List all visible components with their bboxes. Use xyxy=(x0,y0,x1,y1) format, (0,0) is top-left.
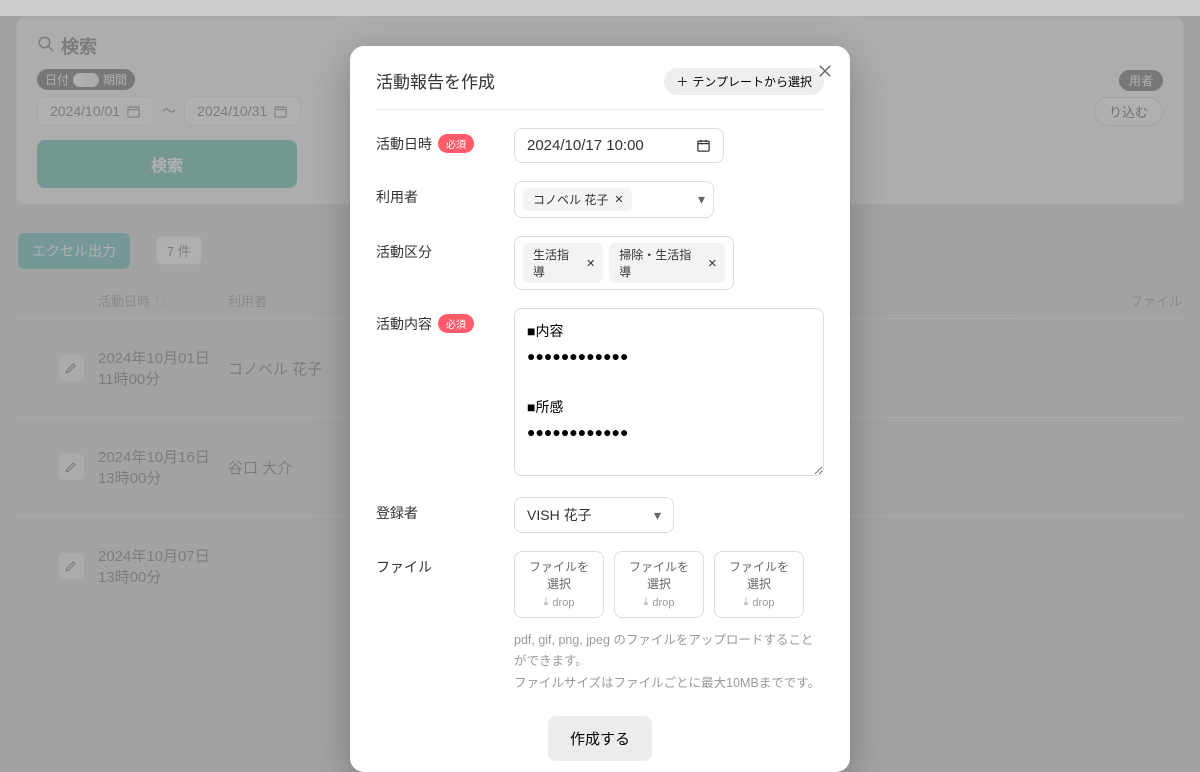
label-file: ファイル xyxy=(376,557,432,577)
required-badge: 必須 xyxy=(438,134,474,153)
category-chip: 生活指導 ✕ xyxy=(523,243,603,283)
file-help-text: pdf, gif, png, jpeg のファイルをアップロードすることができま… xyxy=(514,630,824,694)
create-report-modal: 活動報告を作成 ＋ テンプレートから選択 活動日時 必須 2024/10/17 … xyxy=(350,46,850,772)
content-textarea[interactable] xyxy=(514,308,824,476)
file-upload-2[interactable]: ファイルを選択 ⤓drop xyxy=(614,551,704,618)
upload-icon: ⤓ xyxy=(644,596,649,609)
category-chip-label: 掃除・生活指導 xyxy=(619,246,702,280)
chip-remove-icon[interactable]: ✕ xyxy=(708,257,717,270)
upload-icon: ⤓ xyxy=(744,596,749,609)
template-btn-label: テンプレートから選択 xyxy=(692,73,812,90)
chip-remove-icon[interactable]: ✕ xyxy=(614,193,623,206)
file-select-label: ファイルを選択 xyxy=(525,558,593,592)
chevron-down-icon: ▾ xyxy=(698,191,705,208)
file-upload-1[interactable]: ファイルを選択 ⤓drop xyxy=(514,551,604,618)
user-chip: コノベル 花子 ✕ xyxy=(523,188,632,211)
registrant-select[interactable]: VISH 花子 ▾ xyxy=(514,497,674,533)
file-select-label: ファイルを選択 xyxy=(625,558,693,592)
file-select-label: ファイルを選択 xyxy=(725,558,793,592)
label-datetime: 活動日時 xyxy=(376,134,432,154)
template-select-button[interactable]: ＋ テンプレートから選択 xyxy=(664,68,824,95)
category-chip-label: 生活指導 xyxy=(533,246,580,280)
label-content: 活動内容 xyxy=(376,314,432,334)
close-icon xyxy=(816,62,834,80)
required-badge: 必須 xyxy=(438,314,474,333)
file-drop-label: drop xyxy=(552,597,574,609)
file-drop-label: drop xyxy=(752,597,774,609)
file-drop-label: drop xyxy=(652,597,674,609)
upload-icon: ⤓ xyxy=(544,596,549,609)
chevron-down-icon: ▾ xyxy=(654,507,661,524)
modal-title: 活動報告を作成 xyxy=(376,68,495,93)
submit-button[interactable]: 作成する xyxy=(548,716,652,761)
file-upload-3[interactable]: ファイルを選択 ⤓drop xyxy=(714,551,804,618)
datetime-value: 2024/10/17 10:00 xyxy=(527,137,644,154)
category-select[interactable]: 生活指導 ✕ 掃除・生活指導 ✕ xyxy=(514,236,734,290)
label-user: 利用者 xyxy=(376,187,418,207)
chip-remove-icon[interactable]: ✕ xyxy=(586,257,595,270)
datetime-input[interactable]: 2024/10/17 10:00 xyxy=(514,128,724,163)
close-button[interactable] xyxy=(816,62,834,80)
user-chip-label: コノベル 花子 xyxy=(533,191,608,208)
registrant-value: VISH 花子 xyxy=(527,505,592,525)
label-category: 活動区分 xyxy=(376,242,432,262)
calendar-icon xyxy=(696,138,711,153)
plus-icon: ＋ xyxy=(676,73,688,90)
label-registrant: 登録者 xyxy=(376,503,418,523)
user-select[interactable]: コノベル 花子 ✕ ▾ xyxy=(514,181,714,218)
category-chip: 掃除・生活指導 ✕ xyxy=(609,243,725,283)
modal-overlay: 活動報告を作成 ＋ テンプレートから選択 活動日時 必須 2024/10/17 … xyxy=(0,16,1200,772)
